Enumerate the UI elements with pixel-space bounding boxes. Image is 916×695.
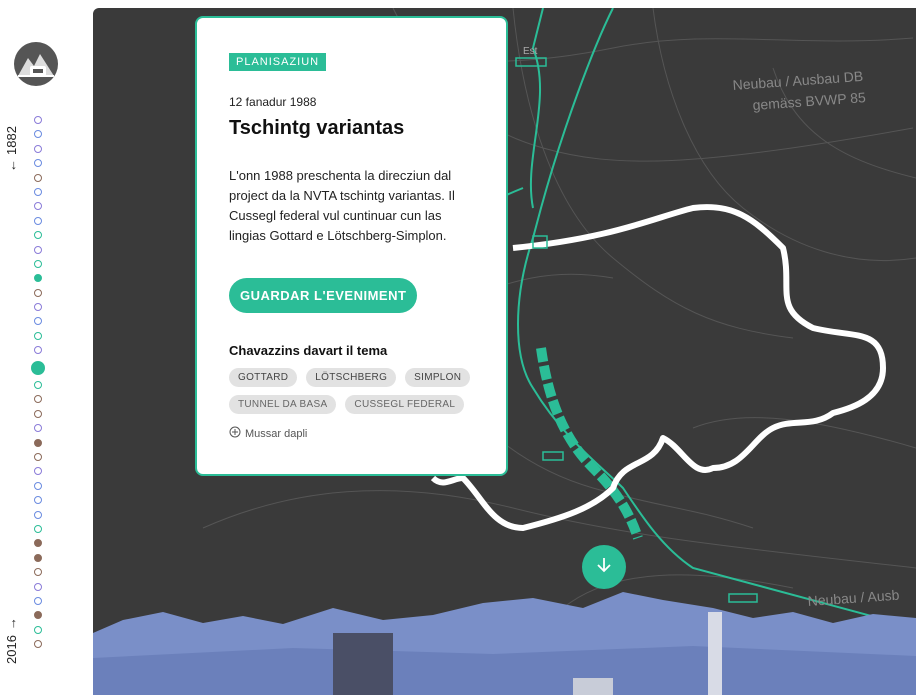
timeline-rail: ←1882 2016→ bbox=[0, 0, 76, 695]
timeline-dot[interactable] bbox=[34, 173, 42, 182]
timeline-dot[interactable] bbox=[34, 424, 42, 433]
timeline-dot[interactable] bbox=[34, 452, 42, 461]
timeline-dot[interactable] bbox=[34, 640, 42, 649]
app-logo[interactable] bbox=[14, 42, 58, 86]
timeline-dot[interactable] bbox=[34, 187, 42, 196]
timeline-dot[interactable] bbox=[34, 303, 42, 312]
timeline-dot[interactable] bbox=[34, 524, 42, 533]
tag-cussegl-federal[interactable]: CUSSEGL FEDERAL bbox=[345, 395, 465, 414]
timeline-dot[interactable] bbox=[34, 625, 42, 634]
timeline-dot[interactable] bbox=[34, 317, 42, 326]
timeline-dot[interactable] bbox=[34, 496, 42, 505]
event-date: 12 fanadur 1988 bbox=[229, 95, 317, 109]
tag-lotschberg[interactable]: LÖTSCHBERG bbox=[306, 368, 397, 387]
timeline-dot[interactable] bbox=[34, 582, 42, 591]
map-label-bvwp: gemäss BVWP 85 bbox=[752, 89, 866, 113]
arrow-left-icon: ← bbox=[4, 159, 19, 172]
tag-tunnel-da-basa[interactable]: TUNNEL DA BASA bbox=[229, 395, 337, 414]
event-title: Tschintg variantas bbox=[229, 117, 405, 139]
timeline-dot[interactable] bbox=[34, 216, 42, 225]
map-label-neubau: Neubau / Ausbau DB bbox=[732, 68, 864, 93]
tag-gottard[interactable]: GOTTARD bbox=[229, 368, 298, 387]
view-event-button[interactable]: GUARDAR L'EVENIMENT bbox=[229, 278, 418, 313]
timeline-dot[interactable] bbox=[34, 481, 42, 490]
timeline-dot[interactable] bbox=[34, 467, 42, 476]
tag-simplon[interactable]: SIMPLON bbox=[405, 368, 471, 387]
timeline-dot[interactable] bbox=[34, 381, 42, 390]
timeline-dot[interactable] bbox=[34, 346, 42, 355]
timeline-dot[interactable] bbox=[34, 259, 42, 268]
timeline-dot[interactable] bbox=[34, 130, 42, 139]
map-label-est: Est bbox=[523, 46, 538, 57]
timeline-dot[interactable] bbox=[34, 331, 42, 340]
timeline-dot[interactable] bbox=[34, 116, 42, 124]
event-card: PLANISAZIUN 12 fanadur 1988 Tschintg var… bbox=[195, 16, 508, 476]
arrow-down-icon bbox=[595, 556, 613, 579]
timeline-dot[interactable] bbox=[34, 144, 42, 153]
timeline-dot[interactable] bbox=[34, 274, 42, 283]
timeline-dot[interactable] bbox=[34, 245, 42, 254]
timeline-dot[interactable] bbox=[34, 596, 42, 605]
show-more-link[interactable]: Mussar dapli bbox=[229, 426, 474, 441]
timeline-dot[interactable] bbox=[34, 553, 42, 562]
timeline-dot[interactable] bbox=[34, 231, 42, 240]
timeline-dot[interactable] bbox=[34, 409, 42, 418]
tag-list: GOTTARD LÖTSCHBERG SIMPLON TUNNEL DA BAS… bbox=[229, 368, 474, 414]
timeline-dot[interactable] bbox=[34, 611, 42, 620]
timeline-dot[interactable] bbox=[34, 202, 42, 211]
show-more-label: Mussar dapli bbox=[245, 427, 308, 440]
event-description: L'onn 1988 preschenta la direcziun dal p… bbox=[229, 168, 455, 243]
year-start[interactable]: ←1882 bbox=[4, 126, 19, 172]
timeline-dot[interactable] bbox=[34, 395, 42, 404]
timeline-dot[interactable] bbox=[34, 438, 42, 447]
tags-heading: Chavazzins davart il tema bbox=[229, 343, 388, 358]
timeline-dot[interactable] bbox=[34, 159, 42, 168]
timeline-dot[interactable] bbox=[34, 510, 42, 519]
year-end[interactable]: 2016→ bbox=[4, 617, 19, 668]
timeline-dot[interactable] bbox=[31, 360, 45, 375]
timeline-dot[interactable] bbox=[34, 539, 42, 548]
category-badge[interactable]: PLANISAZIUN bbox=[229, 53, 327, 71]
scroll-down-button[interactable] bbox=[582, 545, 626, 589]
timeline-dots bbox=[31, 116, 45, 654]
plus-circle-icon bbox=[229, 426, 241, 441]
timeline-dot[interactable] bbox=[34, 568, 42, 577]
map-label-neubau-2: Neubau / Ausb bbox=[807, 587, 900, 609]
arrow-right-icon: → bbox=[4, 617, 19, 631]
timeline-dot[interactable] bbox=[34, 288, 42, 297]
